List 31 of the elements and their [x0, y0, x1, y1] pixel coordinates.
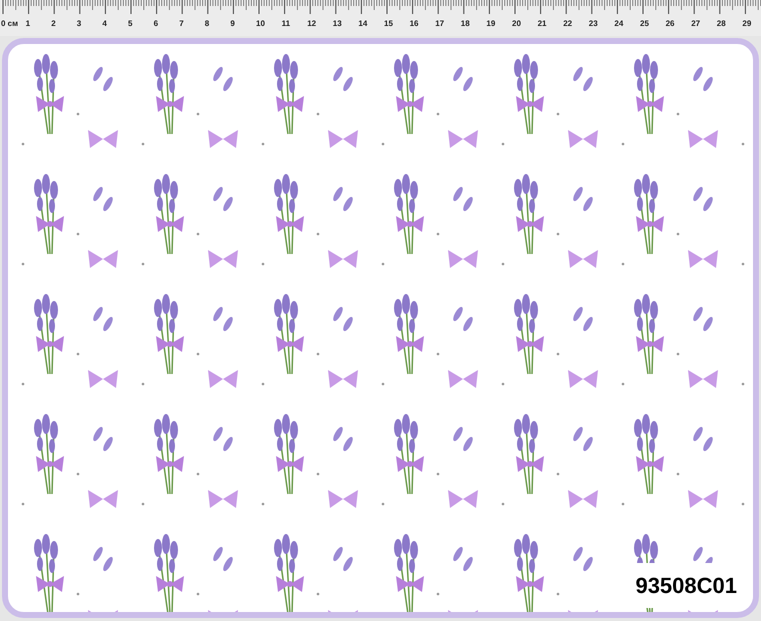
ruler-label: 11 [282, 18, 290, 30]
ruler-label: 14 [358, 18, 368, 30]
ruler-label: 7 [179, 18, 184, 30]
ruler-label: 19 [486, 18, 496, 30]
ruler-label: 17 [435, 18, 444, 30]
ruler-label: 20 [512, 18, 521, 30]
fabric-code: 93508C01 [635, 573, 737, 598]
ruler-label: 22 [563, 18, 572, 30]
ruler-label: 28 [716, 18, 726, 30]
ruler-label: 26 [666, 18, 674, 30]
ruler-label: 9 [230, 18, 235, 30]
ruler-label: 29 [742, 18, 752, 30]
ruler-label: 16 [410, 18, 418, 30]
ruler-label: 5 [128, 18, 132, 30]
ruler-label: 3 [76, 18, 82, 30]
ruler-label: 27 [691, 18, 700, 30]
ruler-label: 13 [332, 18, 342, 30]
ruler-label: 15 [384, 18, 393, 30]
ruler-label: 2 [51, 18, 56, 30]
ruler-label: 12 [307, 18, 316, 30]
ruler-label: 0 см [1, 18, 18, 30]
ruler-label: 6 [154, 18, 158, 30]
ruler-label: 8 [204, 18, 210, 30]
ruler-label: 25 [640, 18, 649, 30]
ruler-label: 21 [538, 18, 546, 30]
ruler-label: 18 [460, 18, 470, 30]
ruler-label: 24 [614, 18, 624, 30]
ruler-label: 4 [102, 18, 107, 30]
ruler-label: 10 [256, 18, 265, 30]
ruler-label: 23 [588, 18, 598, 30]
ruler-label: 1 [26, 18, 30, 30]
